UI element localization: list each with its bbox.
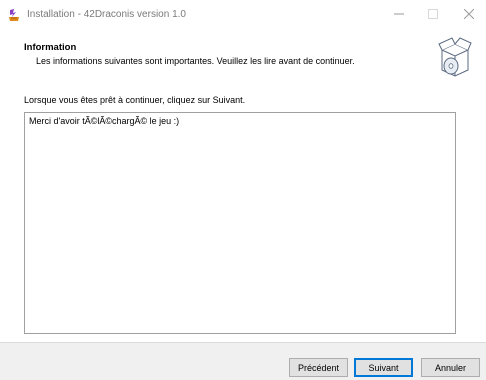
setup-app-icon (7, 8, 21, 22)
back-button[interactable]: Précédent (289, 358, 348, 377)
cancel-button[interactable]: Annuler (421, 358, 480, 377)
page-subtitle: Les informations suivantes sont importan… (36, 56, 355, 66)
maximize-icon (428, 6, 438, 24)
minimize-icon (394, 6, 404, 24)
installer-window: Installation - 42Draconis version 1.0 In… (0, 0, 486, 380)
minimize-button[interactable] (382, 0, 416, 30)
continue-instruction: Lorsque vous êtes prêt à continuer, cliq… (24, 95, 246, 105)
title-bar[interactable]: Installation - 42Draconis version 1.0 (0, 0, 486, 30)
info-memo[interactable]: Merci d'avoir tÃ©lÃ©chargÃ© le jeu :) (24, 112, 456, 334)
wizard-header: Information Les informations suivantes s… (0, 30, 486, 86)
close-button[interactable] (452, 0, 486, 30)
install-box-disc-icon (438, 36, 472, 80)
close-icon (463, 6, 475, 24)
maximize-button[interactable] (416, 0, 450, 30)
button-panel: Précédent Suivant Annuler (0, 342, 486, 380)
page-title: Information (24, 42, 77, 53)
window-title: Installation - 42Draconis version 1.0 (27, 9, 186, 20)
next-button[interactable]: Suivant (354, 358, 413, 377)
